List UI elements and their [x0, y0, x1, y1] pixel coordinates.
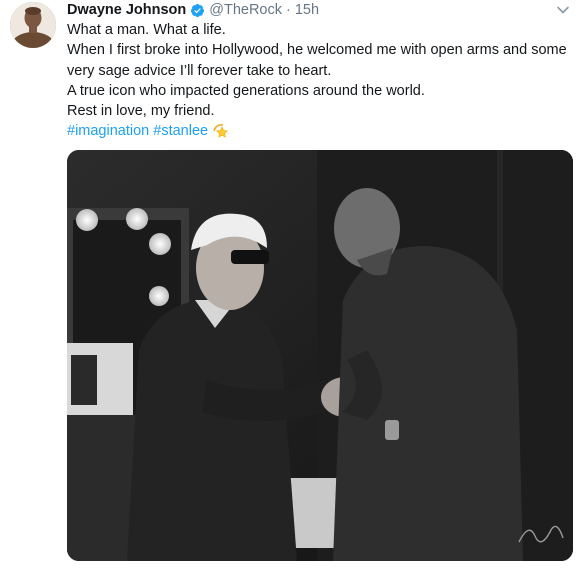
avatar-image — [10, 2, 56, 48]
timestamp[interactable]: 15h — [295, 1, 319, 19]
avatar[interactable] — [10, 2, 56, 48]
tweet-line: When I first broke into Hollywood, he we… — [67, 42, 567, 79]
tweet-line: What a man. What a life. — [67, 22, 226, 38]
tweet-header: Dwayne Johnson @TheRock · 15h — [67, 1, 319, 19]
author-name[interactable]: Dwayne Johnson — [67, 1, 186, 19]
header-separator: · — [286, 2, 291, 18]
photo-image — [67, 150, 573, 561]
tweet-line: Rest in love, my friend. — [67, 103, 215, 120]
author-handle[interactable]: @TheRock — [209, 1, 282, 19]
hashtag-line: #imagination #stanlee — [67, 121, 572, 141]
verified-badge-icon — [190, 3, 205, 18]
hashtag-link[interactable]: #imagination — [67, 123, 149, 139]
dizzy-star-emoji-icon — [212, 121, 230, 139]
tweet: Dwayne Johnson @TheRock · 15h What a man… — [0, 0, 582, 576]
tweet-line: A true icon who impacted generations aro… — [67, 82, 425, 99]
chevron-down-icon[interactable] — [556, 3, 570, 15]
tweet-photo[interactable] — [67, 150, 573, 561]
hashtag-link[interactable]: #stanlee — [153, 123, 208, 139]
tweet-text: What a man. What a life. When I first br… — [67, 20, 572, 142]
